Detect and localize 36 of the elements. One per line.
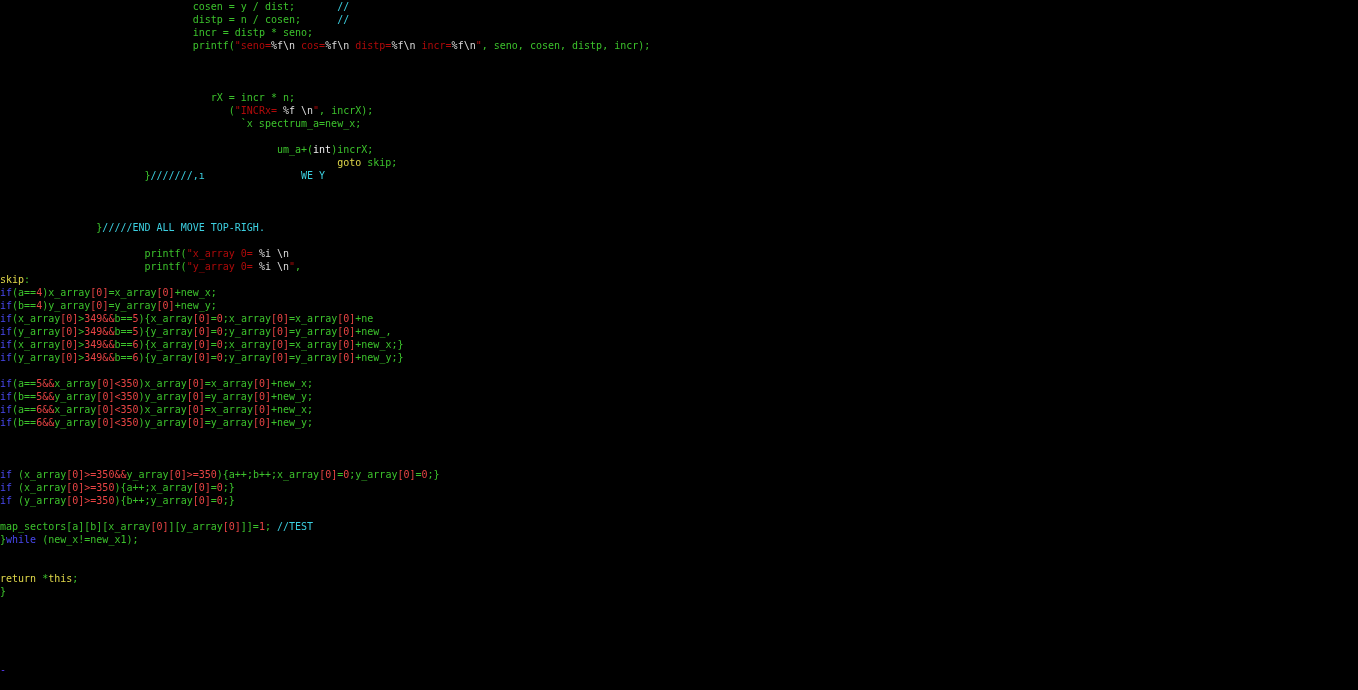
code-line: skip: xyxy=(0,273,31,286)
code-comment: //TEST xyxy=(276,520,314,533)
code-line: if(b==6&&y_array[0]<350)y_array[0]=y_array[0]+new_y; xyxy=(0,416,314,429)
code-line: distp = n / cosen; xyxy=(192,13,302,26)
code-line: if (x_array[0]>=350&&y_array[0]>=350){a++;b++;x_array[0]=0;y_array[0]=0;} xyxy=(0,468,440,481)
code-line: if(y_array[0]>349&&b==6){y_array[0]=0;y_array[0]=y_array[0]+new_y;} xyxy=(0,351,404,364)
code-comment: WE Y xyxy=(301,169,326,182)
code-line: if (y_array[0]>=350){b++;y_array[0]=0;} xyxy=(0,494,235,507)
code-line: return *this; xyxy=(0,572,79,585)
code-line: map_sectors[a][b][x_array[0]][y_array[0]]]=1; xyxy=(0,520,271,533)
code-line: printf("seno=%f\n cos=%f\n distp=%f\n incr=%f\n", seno, cosen, distp, incr); xyxy=(192,39,651,52)
code-line: incr = distp * seno; xyxy=(192,26,314,39)
code-line: if(a==5&&x_array[0]<350)x_array[0]=x_array[0]+new_x; xyxy=(0,377,314,390)
code-comment: // xyxy=(337,13,350,26)
code-line: if(a==6&&x_array[0]<350)x_array[0]=x_array[0]+new_x; xyxy=(0,403,314,416)
code-line: rX = incr * n; xyxy=(210,91,295,104)
code-line: ("INCRx= %f \n", incrX); xyxy=(228,104,374,117)
code-line: if(a==4)x_array[0]=x_array[0]+new_x; xyxy=(0,286,217,299)
code-line: } xyxy=(0,585,7,598)
code-line: um_a+(int)incrX; xyxy=(276,143,374,156)
code-comment: // xyxy=(337,0,350,13)
code-line: printf("y_array 0= %i \n", xyxy=(144,260,302,273)
line-marker: - xyxy=(0,663,7,676)
code-line: goto skip; xyxy=(337,156,398,169)
code-line: cosen = y / dist; xyxy=(192,0,295,13)
code-line: printf("x_array 0= %i \n xyxy=(144,247,289,260)
code-line: }///////,ı xyxy=(144,169,205,182)
code-line: }while (new_x!=new_x1); xyxy=(0,533,139,546)
code-line: if(b==4)y_array[0]=y_array[0]+new_y; xyxy=(0,299,217,312)
code-line: if(x_array[0]>349&&b==5){x_array[0]=0;x_array[0]=x_array[0]+ne xyxy=(0,312,374,325)
code-line: if(y_array[0]>349&&b==5){y_array[0]=0;y_array[0]=y_array[0]+new_, xyxy=(0,325,392,338)
code-line: `x spectrum_a=new_x; xyxy=(240,117,362,130)
code-line: if(x_array[0]>349&&b==6){x_array[0]=0;x_array[0]=x_array[0]+new_x;} xyxy=(0,338,404,351)
code-line: if (x_array[0]>=350){a++;x_array[0]=0;} xyxy=(0,481,235,494)
code-line: }/////END ALL MOVE TOP-RIGH. xyxy=(96,221,265,234)
code-line: if(b==5&&y_array[0]<350)y_array[0]=y_array[0]+new_y; xyxy=(0,390,314,403)
